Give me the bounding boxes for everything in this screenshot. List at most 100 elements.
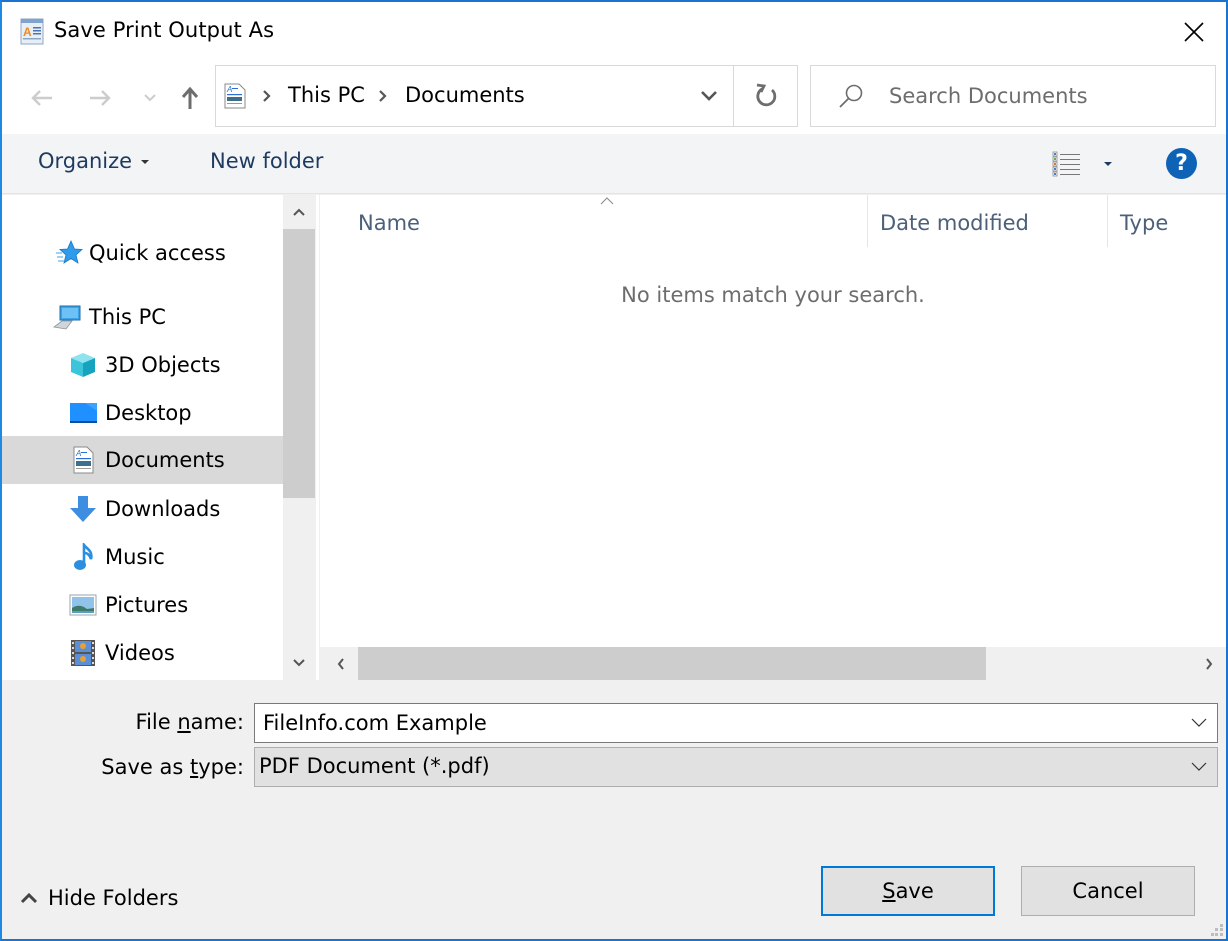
- access-key: n: [177, 710, 191, 734]
- refresh-button[interactable]: [734, 66, 798, 126]
- scroll-right-button[interactable]: [1192, 647, 1226, 680]
- scroll-left-button[interactable]: [324, 647, 358, 680]
- cube-icon: [68, 350, 98, 380]
- chevron-up-icon: [20, 892, 38, 904]
- change-view-button[interactable]: [1052, 150, 1118, 178]
- column-header-label: Date modified: [880, 211, 1029, 235]
- chevron-down-icon: [701, 91, 717, 101]
- new-folder-label: New folder: [210, 149, 324, 173]
- sidebar-item-label: Quick access: [89, 241, 226, 265]
- app-icon: A: [20, 18, 46, 46]
- svg-text:A: A: [75, 449, 81, 458]
- file-name-dropdown-button[interactable]: [1181, 704, 1217, 742]
- arrow-left-icon: [31, 90, 52, 106]
- arrow-right-icon: [90, 90, 111, 106]
- sidebar-item-this-pc[interactable]: This PC: [2, 293, 283, 341]
- file-name-input[interactable]: [263, 708, 1163, 738]
- svg-text:A: A: [23, 25, 32, 39]
- access-key: S: [882, 879, 896, 903]
- sidebar-item-pictures[interactable]: Pictures: [2, 581, 283, 629]
- sidebar-item-label: 3D Objects: [105, 353, 221, 377]
- column-separator[interactable]: [867, 195, 868, 247]
- help-button[interactable]: ?: [1166, 148, 1197, 179]
- scrollbar-thumb[interactable]: [283, 229, 315, 498]
- sidebar-item-desktop[interactable]: Desktop: [2, 389, 283, 437]
- sidebar-item-videos[interactable]: Videos: [2, 629, 283, 677]
- save-dialog: A Save Print Output As A This PC Documen…: [0, 0, 1228, 941]
- chevron-down-icon: [1191, 718, 1207, 727]
- chevron-right-icon: [1206, 657, 1213, 670]
- chevron-down-icon: [1191, 762, 1207, 771]
- sidebar-item-label: Videos: [105, 641, 175, 665]
- computer-icon: [52, 302, 82, 332]
- file-name-label: File name:: [102, 710, 244, 734]
- save-as-type-select[interactable]: PDF Document (*.pdf): [254, 747, 1218, 787]
- search-icon: [839, 84, 863, 108]
- column-separator[interactable]: [1107, 195, 1108, 247]
- pane-splitter[interactable]: [315, 195, 319, 680]
- sidebar-item-label: Pictures: [105, 593, 189, 617]
- navigation-pane: Quick access This PC 3D Objects Desktop …: [2, 195, 283, 680]
- chevron-up-icon: [293, 208, 305, 216]
- address-bar[interactable]: A This PC Documents: [215, 65, 798, 127]
- organize-button[interactable]: Organize: [38, 149, 150, 173]
- arrow-up-icon: [181, 86, 199, 109]
- scrollbar-thumb[interactable]: [358, 647, 986, 680]
- new-folder-button[interactable]: New folder: [210, 149, 323, 173]
- star-icon: [54, 238, 84, 268]
- label-text: File: [135, 710, 178, 734]
- column-header-label: Type: [1120, 211, 1169, 235]
- sidebar-item-label: This PC: [89, 305, 166, 329]
- file-list-horizontal-scrollbar[interactable]: [324, 647, 1226, 680]
- up-button[interactable]: [174, 82, 206, 114]
- sidebar-item-label: Desktop: [105, 401, 192, 425]
- file-name-combobox[interactable]: [254, 703, 1218, 743]
- film-icon: [68, 638, 98, 668]
- cancel-button[interactable]: Cancel: [1021, 866, 1195, 916]
- recent-locations-button[interactable]: [134, 82, 166, 114]
- file-list: Name Date modified Type No items match y…: [320, 195, 1226, 647]
- scroll-up-button[interactable]: [283, 195, 315, 229]
- close-icon: [1184, 22, 1204, 42]
- save-button[interactable]: Save: [821, 866, 995, 916]
- refresh-icon: [756, 83, 777, 107]
- search-input[interactable]: [889, 78, 1199, 114]
- sidebar-item-3d-objects[interactable]: 3D Objects: [2, 341, 283, 389]
- breadcrumb-separator-icon: [379, 90, 387, 102]
- sidebar-item-quick-access[interactable]: Quick access: [2, 229, 283, 277]
- breadcrumb-documents[interactable]: Documents: [405, 83, 525, 107]
- hide-folders-button[interactable]: Hide Folders: [20, 880, 178, 916]
- search-box[interactable]: [810, 65, 1216, 127]
- sidebar-item-downloads[interactable]: Downloads: [2, 485, 283, 533]
- breadcrumb-this-pc[interactable]: This PC: [288, 83, 365, 107]
- column-header-name[interactable]: Name: [358, 195, 866, 251]
- close-button[interactable]: [1176, 14, 1212, 50]
- save-as-type-dropdown-button[interactable]: [1181, 748, 1217, 786]
- document-icon: A: [68, 445, 98, 475]
- chevron-left-icon: [337, 657, 344, 670]
- column-header-label: Name: [358, 211, 420, 235]
- access-key: t: [190, 755, 199, 779]
- navigation-bar: A This PC Documents: [2, 64, 1226, 134]
- sidebar-item-label: Downloads: [105, 497, 221, 521]
- save-as-type-label: Save as type:: [62, 755, 244, 779]
- command-bar: Organize New folder ?: [2, 134, 1226, 194]
- title-bar: A Save Print Output As: [2, 2, 1226, 64]
- label-text: ame:: [190, 710, 244, 734]
- column-header-type[interactable]: Type: [1120, 195, 1226, 251]
- download-arrow-icon: [68, 494, 98, 524]
- back-button[interactable]: [26, 82, 58, 114]
- resize-grip-icon[interactable]: [1210, 923, 1224, 937]
- address-history-dropdown[interactable]: [686, 66, 732, 126]
- scroll-down-button[interactable]: [283, 646, 315, 680]
- sidebar-item-label: Music: [105, 545, 165, 569]
- sidebar-scrollbar[interactable]: [283, 195, 315, 680]
- forward-button[interactable]: [84, 82, 116, 114]
- sidebar-item-documents[interactable]: A Documents: [2, 436, 283, 484]
- chevron-down-icon: [293, 659, 305, 667]
- label-text: ype:: [198, 755, 244, 779]
- column-header-date-modified[interactable]: Date modified: [880, 195, 1106, 251]
- save-label: ave: [895, 879, 934, 903]
- desktop-icon: [68, 398, 98, 428]
- sidebar-item-music[interactable]: Music: [2, 533, 283, 581]
